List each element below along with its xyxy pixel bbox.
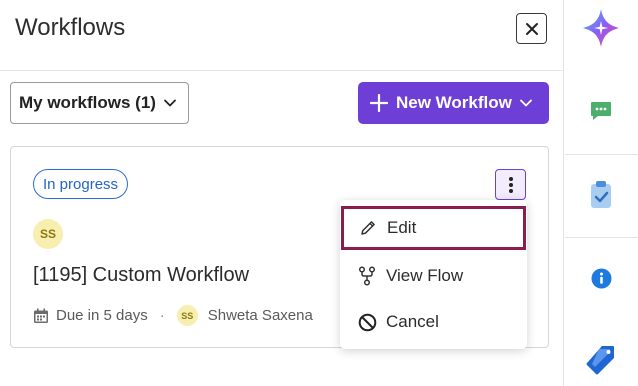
header-divider [0, 70, 564, 71]
close-icon [525, 22, 538, 35]
workflows-panel: Workflows My workflows (1) New Workflow … [0, 0, 564, 386]
menu-item-cancel[interactable]: Cancel [340, 300, 527, 344]
menu-item-edit[interactable]: Edit [341, 206, 526, 250]
assignee-avatar: SS [176, 305, 198, 326]
menu-item-view-flow[interactable]: View Flow [340, 254, 527, 298]
panel-title: Workflows [15, 14, 126, 41]
more-options-button[interactable] [495, 169, 526, 200]
flow-icon [357, 266, 377, 286]
new-workflow-button[interactable]: New Workflow [358, 82, 549, 124]
workflow-meta: Due in 5 days · SS Shweta Saxena [33, 305, 313, 326]
workflow-title[interactable]: [1195] Custom Workflow [33, 264, 249, 287]
filter-label: My workflows (1) [19, 93, 156, 112]
ban-icon [357, 313, 377, 332]
kebab-icon [508, 176, 513, 193]
tag-icon[interactable] [586, 344, 616, 376]
status-badge: In progress [33, 169, 129, 199]
menu-item-label: Edit [387, 218, 417, 237]
options-menu: Edit View Flow Cancel [340, 200, 527, 349]
meta-separator: · [159, 307, 165, 324]
assignee-name: Shweta Saxena [207, 307, 313, 324]
rail-divider [565, 154, 638, 155]
workflow-filter-select[interactable]: My workflows (1) [10, 82, 189, 124]
chevron-down-icon[interactable] [519, 99, 532, 107]
clipboard-check-icon[interactable] [589, 180, 613, 210]
chat-icon[interactable] [589, 99, 613, 123]
menu-item-label: View Flow [386, 266, 464, 285]
rail-divider [565, 237, 638, 238]
avatar: SS [33, 219, 63, 249]
pencil-icon [358, 219, 378, 237]
calendar-icon [33, 308, 49, 324]
info-icon[interactable] [591, 268, 612, 289]
sparkle-icon[interactable] [582, 8, 620, 48]
new-workflow-label: New Workflow [396, 93, 512, 112]
chevron-down-icon [164, 99, 176, 107]
plus-icon [370, 94, 388, 112]
close-button[interactable] [516, 13, 547, 44]
due-date: Due in 5 days [56, 307, 148, 324]
menu-item-label: Cancel [386, 312, 439, 331]
